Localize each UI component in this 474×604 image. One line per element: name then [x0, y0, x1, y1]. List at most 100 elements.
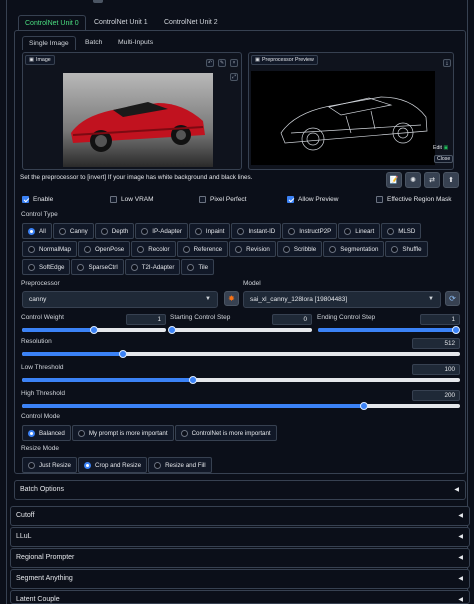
radio-all[interactable]: All — [22, 223, 52, 239]
checkbox-box[interactable] — [376, 196, 383, 203]
radio-dot[interactable] — [28, 227, 35, 235]
radio-revision[interactable]: Revision — [229, 241, 276, 257]
starting-step-input[interactable]: 0 — [272, 314, 312, 325]
refresh-models-button[interactable]: ⟳ — [445, 291, 460, 306]
accordion-regional-prompter[interactable]: Regional Prompter ◀ — [10, 548, 470, 568]
radio-tile[interactable]: Tile — [181, 259, 215, 275]
radio-just-resize[interactable]: Just Resize — [22, 457, 77, 473]
close-icon[interactable]: × — [230, 59, 238, 67]
radio-dot[interactable] — [187, 263, 195, 271]
slider-knob[interactable] — [90, 325, 98, 334]
radio-canny[interactable]: Canny — [52, 223, 94, 239]
subtab-multi-inputs[interactable]: Multi-Inputs — [112, 36, 159, 50]
edit-icon[interactable]: ✎ — [218, 59, 226, 67]
swap-icon[interactable]: ⇄ — [424, 172, 440, 188]
radio-openpose[interactable]: OpenPose — [77, 241, 131, 257]
accordion-batch-options[interactable]: Batch Options ◀ — [14, 480, 466, 500]
radio-ip-adapter[interactable]: IP-Adapter — [135, 223, 188, 239]
radio-dot[interactable] — [288, 227, 296, 235]
checkbox-box[interactable] — [110, 196, 117, 203]
tab-controlnet-unit-0[interactable]: ControlNet Unit 0 — [18, 15, 86, 31]
radio-instant-id[interactable]: Instant-ID — [231, 223, 282, 239]
download-icon[interactable]: ⤓ — [443, 59, 451, 67]
radio-dot[interactable] — [235, 245, 243, 253]
radio-depth[interactable]: Depth — [94, 223, 135, 239]
high-threshold-input[interactable]: 200 — [412, 390, 460, 401]
low-threshold-input[interactable]: 100 — [412, 364, 460, 375]
control-weight-slider[interactable] — [22, 325, 166, 334]
low-threshold-slider[interactable] — [22, 375, 460, 384]
radio-dot[interactable] — [344, 227, 352, 235]
run-preprocessor-button[interactable]: ✸ — [224, 291, 239, 306]
radio-inpaint[interactable]: Inpaint — [188, 223, 231, 239]
radio-controlnet-more-important[interactable]: ControlNet is more important — [174, 425, 277, 441]
radio-dot[interactable] — [137, 245, 145, 253]
tab-controlnet-unit-1[interactable]: ControlNet Unit 1 — [88, 15, 154, 31]
radio-dot[interactable] — [282, 245, 290, 253]
slider-knob[interactable] — [168, 325, 176, 334]
radio-prompt-more-important[interactable]: My prompt is more important — [71, 425, 174, 441]
radio-t2i-adapter[interactable]: T2I-Adapter — [124, 259, 181, 275]
radio-normalmap[interactable]: NormalMap — [22, 241, 77, 257]
accordion-cutoff[interactable]: Cutoff ◀ — [10, 506, 470, 526]
radio-dot[interactable] — [329, 245, 337, 253]
radio-dot[interactable] — [130, 263, 138, 271]
radio-mlsd[interactable]: MLSD — [381, 223, 422, 239]
radio-dot[interactable] — [391, 245, 399, 253]
radio-instructp2p[interactable]: InstructP2P — [282, 223, 338, 239]
allow-preview-checkbox[interactable]: Allow Preview — [287, 196, 338, 203]
model-dropdown[interactable]: sai_xl_canny_128lora [19804483] ▼ — [243, 291, 441, 308]
radio-dot[interactable] — [387, 227, 395, 235]
radio-dot[interactable] — [237, 227, 245, 235]
radio-lineart[interactable]: Lineart — [338, 223, 381, 239]
control-weight-input[interactable]: 1 — [126, 314, 166, 325]
radio-recolor[interactable]: Recolor — [131, 241, 176, 257]
preview-close-button[interactable]: Close — [434, 155, 454, 163]
radio-dot[interactable] — [58, 227, 66, 235]
preview-edit-button[interactable]: Edit ▣ — [433, 145, 448, 151]
accordion-segment-anything[interactable]: Segment Anything ◀ — [10, 569, 470, 589]
radio-shuffle[interactable]: Shuffle — [385, 241, 428, 257]
starting-step-slider[interactable] — [168, 325, 312, 334]
resolution-input[interactable]: 512 — [412, 338, 460, 349]
high-threshold-slider[interactable] — [22, 401, 460, 410]
image-upload-panel[interactable]: ▣ Image ↶ ✎ × ⤢ — [22, 52, 242, 170]
radio-dot[interactable] — [154, 461, 162, 469]
radio-dot[interactable] — [141, 227, 149, 235]
slider-knob[interactable] — [452, 325, 460, 334]
radio-dot[interactable] — [194, 227, 202, 235]
checkbox-box[interactable] — [199, 196, 206, 203]
ending-step-input[interactable]: 1 — [420, 314, 460, 325]
resolution-slider[interactable] — [22, 349, 460, 358]
slider-knob[interactable] — [188, 375, 197, 384]
radio-segmentation[interactable]: Segmentation — [323, 241, 385, 257]
radio-dot[interactable] — [77, 429, 85, 437]
radio-dot[interactable] — [182, 245, 190, 253]
ending-step-slider[interactable] — [318, 325, 460, 334]
slider-knob[interactable] — [359, 401, 368, 410]
radio-softedge[interactable]: SoftEdge — [22, 259, 71, 275]
subtab-single-image[interactable]: Single Image — [22, 36, 76, 50]
notepad-icon[interactable]: 📝 — [386, 172, 402, 188]
run-preprocessor-icon[interactable]: ✺ — [405, 172, 421, 188]
radio-dot[interactable] — [180, 429, 188, 437]
accordion-llul[interactable]: LLuL ◀ — [10, 527, 470, 547]
send-dimensions-icon[interactable]: ⬆ — [443, 172, 459, 188]
radio-dot[interactable] — [28, 461, 35, 469]
subtab-batch[interactable]: Batch — [79, 36, 108, 50]
pixel-perfect-checkbox[interactable]: Pixel Perfect — [199, 196, 247, 203]
radio-crop-and-resize[interactable]: Crop and Resize — [77, 457, 148, 473]
radio-sparsectrl[interactable]: SparseCtrl — [71, 259, 124, 275]
slider-knob[interactable] — [118, 349, 127, 358]
enable-checkbox[interactable]: Enable — [22, 196, 53, 203]
accordion-latent-couple[interactable]: Latent Couple ◀ — [10, 590, 470, 604]
resize-icon[interactable]: ⤢ — [230, 73, 238, 81]
checkbox-box[interactable] — [22, 196, 29, 203]
undo-icon[interactable]: ↶ — [206, 59, 214, 67]
radio-dot[interactable] — [77, 263, 85, 271]
radio-resize-and-fill[interactable]: Resize and Fill — [148, 457, 212, 473]
radio-dot[interactable] — [100, 227, 108, 235]
effective-region-mask-checkbox[interactable]: Effective Region Mask — [376, 196, 452, 203]
radio-dot[interactable] — [28, 245, 35, 253]
low-vram-checkbox[interactable]: Low VRAM — [110, 196, 154, 203]
